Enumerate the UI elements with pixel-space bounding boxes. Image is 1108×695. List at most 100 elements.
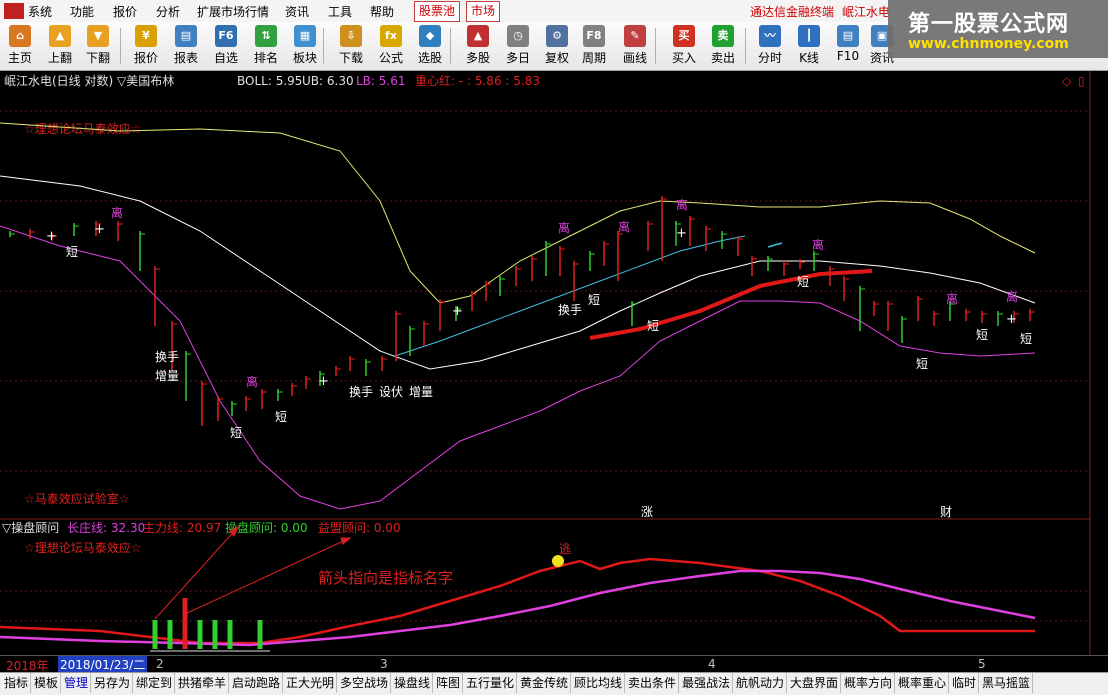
toolbar-download-button[interactable]: ⇩ 下载 — [333, 24, 369, 68]
toolbar-label: 多股 — [465, 51, 490, 65]
toolbar-arrow-down-button[interactable]: ▼ 下翻 — [80, 24, 116, 68]
main-chart-title: 岷江水电(日线 对数) ▽美国布林 — [4, 73, 174, 88]
menu-tools[interactable]: 工具 — [328, 3, 352, 20]
toolbar-multi-day-button[interactable]: ◷ 多日 — [500, 24, 536, 68]
zx-value: 重心红: - : 5.86 : 5.83 — [415, 73, 540, 88]
annot-li: 离 — [676, 197, 688, 212]
stock-title: 岷江水电 — [842, 5, 891, 19]
tab-5[interactable]: 拱猪牵羊 — [176, 673, 230, 693]
chart-canvas[interactable]: 岷江水电(日线 对数) ▽美国布林 BOLL: 5.95 UB: 6.30 LB… — [0, 71, 1108, 655]
annot-huanshou: 换手 — [558, 303, 582, 317]
toolbar-sell-button[interactable]: 卖卖出 — [705, 24, 741, 68]
arrow-note: 箭头指向是指标名字 — [318, 569, 453, 587]
tab-20[interactable]: 临时 — [950, 673, 980, 693]
menu-analysis[interactable]: 分析 — [156, 3, 180, 20]
menu-function[interactable]: 功能 — [70, 3, 94, 20]
tab-stock-pool[interactable]: 股票池 — [414, 1, 461, 22]
toolbar-label: 报价 — [133, 51, 158, 65]
watermark-url: www.chnmoney.com — [908, 36, 1069, 52]
toolbar-sector-button[interactable]: ▦ 板块 — [287, 24, 323, 68]
sub-chart-title: ▽操盘顾问 — [2, 520, 59, 535]
menu-help[interactable]: 帮助 — [370, 3, 394, 20]
toolbar-f10-button[interactable]: ▤ F10 — [830, 24, 866, 68]
expand-icon[interactable]: ◇ — [1062, 74, 1072, 88]
restore-icon[interactable]: ▯ — [1078, 74, 1085, 88]
tab-10[interactable]: 阵图 — [434, 673, 464, 693]
menu-ext-market[interactable]: 扩展市场行情 — [197, 3, 269, 20]
tab-7[interactable]: 正大光明 — [284, 673, 338, 693]
toolbar-separator — [450, 28, 451, 64]
annot-zhang: 涨 — [641, 504, 653, 519]
annot-duan: 短 — [647, 319, 659, 333]
toolbar-f8-button[interactable]: F8 周期 — [576, 24, 612, 68]
toolbar-separator — [323, 28, 324, 64]
tab-16[interactable]: 航帆动力 — [734, 673, 788, 693]
toolbar-home-button[interactable]: ⌂ 主页 — [2, 24, 38, 68]
annot-duan: 短 — [275, 410, 287, 424]
toolbar-label: 分时 — [757, 51, 782, 65]
toolbar-formula-button[interactable]: fx 公式 — [373, 24, 409, 68]
toolbar-label: 买入 — [671, 51, 696, 65]
toolbar-buy-button[interactable]: 买买入 — [666, 24, 702, 68]
toolbar-label: 公式 — [378, 51, 403, 65]
toolbar-label: 画线 — [622, 51, 647, 65]
annot-duan: 短 — [230, 426, 242, 440]
tab-21[interactable]: 黑马摇篮 — [980, 673, 1034, 693]
tab-8[interactable]: 多空战场 — [338, 673, 392, 693]
toolbar-multi-stock-button[interactable]: ▲ 多股 — [460, 24, 496, 68]
toolbar-label: 卖出 — [710, 51, 735, 65]
kline-icon: ┃ — [798, 25, 820, 47]
toolbar-label: 周期 — [581, 51, 606, 65]
toolbar-intraday-button[interactable]: 〰分时 — [752, 24, 788, 68]
multi-stock-icon: ▲ — [467, 25, 489, 47]
toolbar-separator — [120, 28, 121, 64]
annot-li: 离 — [618, 219, 630, 234]
tab-15[interactable]: 最强战法 — [680, 673, 734, 693]
main-note-bottom: ☆马泰效应试验室☆ — [24, 491, 130, 506]
tab-19[interactable]: 概率重心 — [896, 673, 950, 693]
toolbar-rank-button[interactable]: ⇅ 排名 — [248, 24, 284, 68]
f10-icon: ▤ — [837, 25, 859, 47]
boll-value: BOLL: 5.95 — [237, 74, 302, 88]
menu-news[interactable]: 资讯 — [285, 3, 309, 20]
tab-0[interactable]: 指标 — [2, 673, 32, 693]
tab-11[interactable]: 五行量化 — [464, 673, 518, 693]
tab-12[interactable]: 黄金传统 — [518, 673, 572, 693]
annot-li: 离 — [1006, 289, 1018, 304]
sub-note: ☆理想论坛马泰效应☆ — [24, 540, 142, 555]
toolbar-stock-pick-button[interactable]: ◆ 选股 — [412, 24, 448, 68]
toolbar-f6-button[interactable]: F6 自选 — [208, 24, 244, 68]
tab-market[interactable]: 市场 — [466, 1, 501, 22]
tab-17[interactable]: 大盘界面 — [788, 673, 842, 693]
rank-icon: ⇅ — [255, 25, 277, 47]
toolbar-arrow-up-button[interactable]: ▲ 上翻 — [42, 24, 78, 68]
cross-marker: + — [676, 226, 687, 241]
tab-2[interactable]: 管理 — [62, 673, 92, 693]
toolbar-quote-button[interactable]: ¥ 报价 — [128, 24, 164, 68]
smiley-icon — [552, 555, 564, 567]
toolbar-report-button[interactable]: ▤ 报表 — [168, 24, 204, 68]
tab-18[interactable]: 概率方向 — [842, 673, 896, 693]
tab-13[interactable]: 顾比均线 — [572, 673, 626, 693]
date-tick: 2 — [156, 657, 164, 671]
tab-4[interactable]: 绑定到 — [134, 673, 176, 693]
tab-1[interactable]: 模板 — [32, 673, 62, 693]
date-tick: 3 — [380, 657, 388, 671]
lb-value: LB: 5.61 — [356, 74, 406, 88]
cross-marker: + — [46, 229, 57, 244]
tab-14[interactable]: 卖出条件 — [626, 673, 680, 693]
date-tick: 4 — [708, 657, 716, 671]
tab-6[interactable]: 启动跑路 — [230, 673, 284, 693]
sub-line-yimeng: 益盟顾问: 0.00 — [318, 521, 401, 535]
chart-area[interactable]: 岷江水电(日线 对数) ▽美国布林 BOLL: 5.95 UB: 6.30 LB… — [0, 71, 1108, 655]
tab-3[interactable]: 另存为 — [92, 673, 134, 693]
toolbar-draw-line-button[interactable]: ✎ 画线 — [617, 24, 653, 68]
toolbar-kline-button[interactable]: ┃ K线 — [791, 24, 827, 68]
toolbar-adjust-button[interactable]: ⚙ 复权 — [539, 24, 575, 68]
stock-pick-icon: ◆ — [419, 25, 441, 47]
tab-9[interactable]: 操盘线 — [392, 673, 434, 693]
volume-bar — [152, 620, 158, 649]
annot-zengliang: 增量 — [409, 385, 433, 399]
menu-quote[interactable]: 报价 — [113, 3, 137, 20]
menu-system[interactable]: 系统 — [28, 3, 52, 20]
